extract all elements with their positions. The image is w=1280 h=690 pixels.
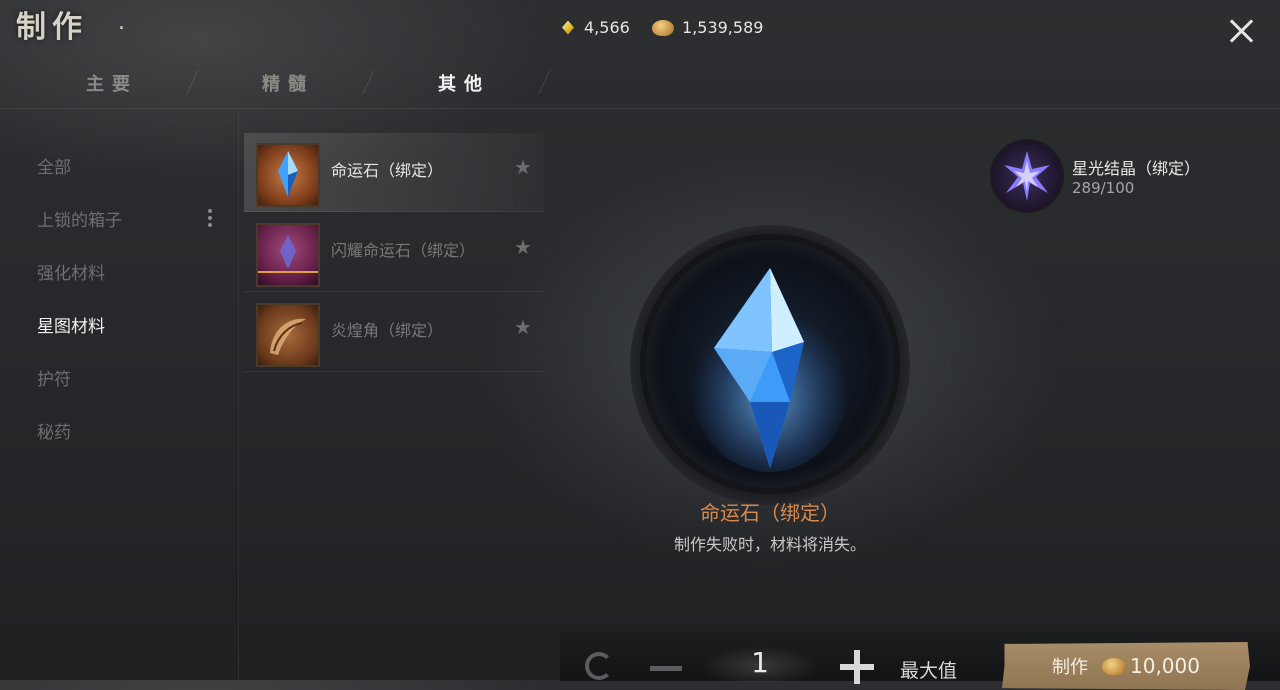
item-name: 炎煌角（绑定） — [331, 321, 444, 340]
craft-button[interactable]: 制作 10,000 — [1002, 642, 1250, 690]
horn-icon — [256, 303, 320, 367]
craft-cost: 10,000 — [1130, 654, 1200, 678]
page-title: 制作 — [16, 10, 88, 45]
tab-divider — [538, 70, 551, 94]
category-locked-boxes[interactable]: 上锁的箱子 — [37, 206, 122, 231]
category-all[interactable]: 全部 — [37, 153, 71, 178]
max-button[interactable]: 最大值 — [900, 656, 957, 683]
gem-amount: 4,566 — [584, 18, 630, 37]
craft-label: 制作 — [1052, 657, 1088, 678]
gem-icon — [562, 20, 574, 35]
requirement-count: 289/100 — [1072, 179, 1135, 197]
purple-crystal-icon — [256, 223, 320, 287]
quantity-input[interactable]: 1 — [700, 646, 820, 686]
item-name: 闪耀命运石（绑定） — [331, 241, 476, 260]
column-divider — [238, 112, 239, 680]
decrease-button[interactable] — [650, 666, 682, 671]
tab-essence[interactable]: 精髓 — [218, 70, 358, 96]
selected-item-description: 制作失败时，材料将消失。 — [673, 535, 866, 554]
coin-icon — [652, 19, 674, 36]
requirement-name: 星光结晶（绑定） — [1072, 159, 1201, 178]
more-options-icon[interactable] — [206, 208, 214, 228]
blue-crystal-icon — [256, 143, 320, 207]
category-star-chart-materials[interactable]: 星图材料 — [37, 312, 105, 337]
favorite-star-icon[interactable]: ★ — [514, 155, 532, 179]
tab-bar: 主要 精髓 其他 — [0, 60, 1280, 109]
coin-icon — [1102, 657, 1126, 675]
increase-button[interactable] — [840, 650, 874, 684]
tab-main[interactable]: 主要 — [42, 70, 182, 96]
title-dot: . — [118, 10, 125, 35]
list-item[interactable]: 命运石（绑定） ★ — [244, 133, 544, 212]
close-icon[interactable] — [1224, 14, 1258, 48]
list-item[interactable]: 炎煌角（绑定） ★ — [244, 293, 544, 372]
category-amulets[interactable]: 护符 — [37, 365, 71, 390]
star-crystal-icon[interactable] — [992, 141, 1062, 211]
category-enhance-materials[interactable]: 强化材料 — [37, 259, 105, 284]
blue-crystal-icon — [680, 262, 860, 472]
selected-item-name: 命运石（绑定） — [700, 501, 840, 525]
favorite-star-icon[interactable]: ★ — [514, 235, 532, 259]
category-elixirs[interactable]: 秘药 — [37, 418, 71, 443]
tab-divider — [362, 70, 375, 94]
favorite-star-icon[interactable]: ★ — [514, 315, 532, 339]
item-name: 命运石（绑定） — [331, 161, 444, 180]
tab-divider — [186, 70, 199, 94]
reset-icon[interactable] — [585, 652, 613, 680]
gold-currency: 1,539,589 — [652, 18, 763, 37]
gold-amount: 1,539,589 — [682, 18, 764, 37]
list-item[interactable]: 闪耀命运石（绑定） ★ — [244, 213, 544, 292]
tab-other[interactable]: 其他 — [394, 70, 534, 96]
gem-currency: 4,566 — [562, 18, 630, 37]
